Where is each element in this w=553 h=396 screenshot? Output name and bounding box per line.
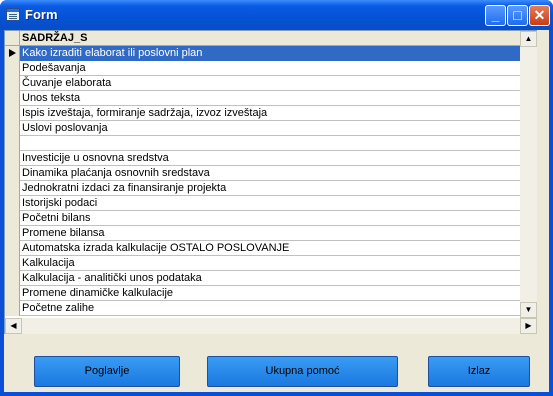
row-selector[interactable] [5, 196, 20, 211]
table-cell[interactable]: Promene bilansa [20, 226, 520, 241]
close-button[interactable]: ✕ [529, 5, 550, 26]
scroll-right-icon[interactable]: ▶ [520, 318, 537, 334]
row-selector[interactable] [5, 181, 20, 196]
table-row[interactable] [5, 136, 520, 151]
table-cell[interactable]: Investicije u osnovna sredstva [20, 151, 520, 166]
table-cell[interactable]: Kako izraditi elaborat ili poslovni plan [20, 46, 520, 61]
row-selector[interactable] [5, 286, 20, 301]
grid-rows: Kako izraditi elaborat ili poslovni plan… [5, 46, 520, 316]
table-row[interactable]: Kalkulacija - analitički unos podataka [5, 271, 520, 286]
table-cell[interactable]: Kalkulacija [20, 256, 520, 271]
current-row-arrow-icon [9, 49, 16, 57]
row-selector[interactable] [5, 256, 20, 271]
table-cell[interactable] [20, 136, 520, 151]
table-cell[interactable]: Početni bilans [20, 211, 520, 226]
table-row[interactable]: Početne zalihe [5, 301, 520, 316]
maximize-icon: □ [513, 7, 522, 23]
table-cell[interactable]: Promene dinamičke kalkulacije [20, 286, 520, 301]
exit-button[interactable]: Izlaz [428, 356, 530, 387]
maximize-button[interactable]: □ [507, 5, 528, 26]
row-selector[interactable] [5, 136, 20, 151]
table-cell[interactable]: Jednokratni izdaci za finansiranje proje… [20, 181, 520, 196]
table-row[interactable]: Dinamika plaćanja osnovnih sredstava [5, 166, 520, 181]
row-selector[interactable] [5, 151, 20, 166]
row-selector[interactable] [5, 46, 20, 61]
window-title: Form [25, 7, 58, 22]
table-row[interactable]: Istorijski podaci [5, 196, 520, 211]
scroll-left-icon[interactable]: ◀ [5, 318, 22, 334]
horizontal-scrollbar[interactable]: ◀ ▶ [5, 318, 537, 334]
close-icon: ✕ [533, 7, 546, 23]
total-help-button[interactable]: Ukupna pomoć [207, 356, 398, 387]
table-cell[interactable]: Automatska izrada kalkulacije OSTALO POS… [20, 241, 520, 256]
row-selector[interactable] [5, 121, 20, 136]
scroll-up-icon[interactable]: ▲ [520, 31, 537, 47]
table-row[interactable]: Promene dinamičke kalkulacije [5, 286, 520, 301]
table-row[interactable]: Čuvanje elaborata [5, 76, 520, 91]
table-cell[interactable]: Podešavanja [20, 61, 520, 76]
table-cell[interactable]: Čuvanje elaborata [20, 76, 520, 91]
table-cell[interactable]: Početne zalihe [20, 301, 520, 316]
table-cell[interactable]: Kalkulacija - analitički unos podataka [20, 271, 520, 286]
table-row[interactable]: Investicije u osnovna sredstva [5, 151, 520, 166]
table-row[interactable]: Podešavanja [5, 61, 520, 76]
form-icon[interactable] [6, 8, 20, 21]
row-selector[interactable] [5, 91, 20, 106]
table-row[interactable]: Početni bilans [5, 211, 520, 226]
row-selector[interactable] [5, 301, 20, 316]
table-cell[interactable]: Istorijski podaci [20, 196, 520, 211]
table-row[interactable]: Ispis izveštaja, formiranje sadržaja, iz… [5, 106, 520, 121]
table-row[interactable]: Automatska izrada kalkulacije OSTALO POS… [5, 241, 520, 256]
row-selector[interactable] [5, 76, 20, 91]
table-cell[interactable]: Uslovi poslovanja [20, 121, 520, 136]
table-cell[interactable]: Ispis izveštaja, formiranje sadržaja, iz… [20, 106, 520, 121]
chapter-button[interactable]: Poglavlje [34, 356, 180, 387]
table-row[interactable]: Jednokratni izdaci za finansiranje proje… [5, 181, 520, 196]
form-window: Form _ □ ✕ SADRŽAJ_S Kako izraditi elabo… [0, 0, 553, 396]
row-selector[interactable] [5, 106, 20, 121]
title-bar[interactable]: Form _ □ ✕ [0, 0, 553, 30]
table-cell[interactable]: Unos teksta [20, 91, 520, 106]
table-row[interactable]: Uslovi poslovanja [5, 121, 520, 136]
vertical-scrollbar[interactable]: ▲ ▼ [520, 31, 537, 318]
table-row[interactable]: Kako izraditi elaborat ili poslovni plan [5, 46, 520, 61]
minimize-icon: _ [491, 7, 500, 23]
table-row[interactable]: Kalkulacija [5, 256, 520, 271]
column-header-sadrzaj[interactable]: SADRŽAJ_S [20, 31, 520, 46]
row-selector[interactable] [5, 61, 20, 76]
header-select-all[interactable] [5, 31, 20, 46]
scroll-down-icon[interactable]: ▼ [520, 302, 537, 318]
row-selector[interactable] [5, 166, 20, 181]
minimize-button[interactable]: _ [485, 5, 506, 26]
row-selector[interactable] [5, 226, 20, 241]
table-row[interactable]: Promene bilansa [5, 226, 520, 241]
table-cell[interactable]: Dinamika plaćanja osnovnih sredstava [20, 166, 520, 181]
row-selector[interactable] [5, 271, 20, 286]
row-selector[interactable] [5, 241, 20, 256]
table-row[interactable]: Unos teksta [5, 91, 520, 106]
grid-header: SADRŽAJ_S [5, 31, 520, 46]
row-selector[interactable] [5, 211, 20, 226]
